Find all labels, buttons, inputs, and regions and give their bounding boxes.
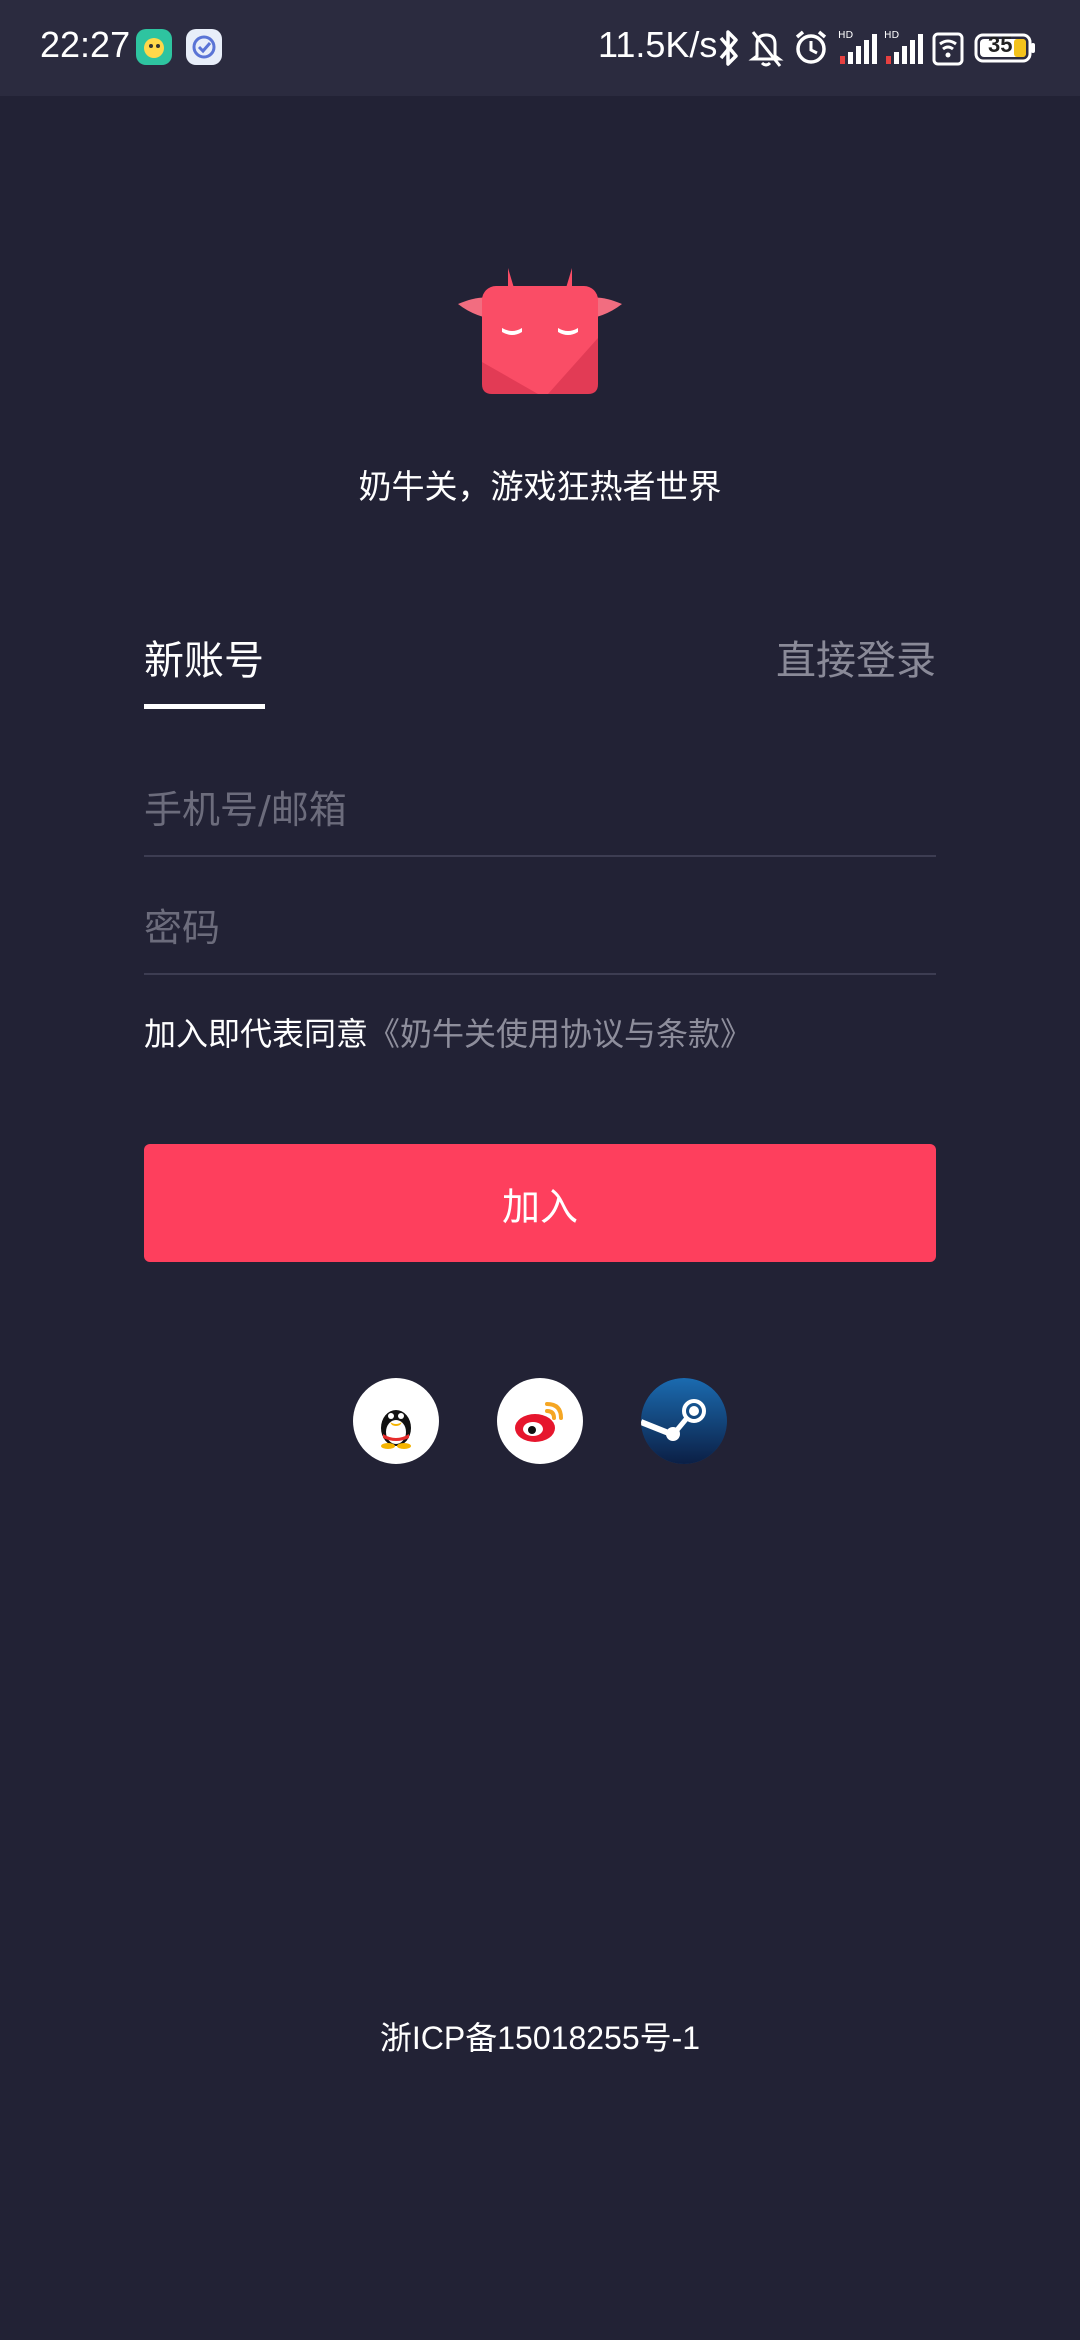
tab-new-account[interactable]: 新账号 — [144, 628, 264, 686]
agreement-text: 加入即代表同意《奶牛关使用协议与条款》 — [144, 1009, 752, 1055]
battery-level: 35 — [988, 32, 1013, 57]
qq-icon — [381, 1410, 411, 1449]
bluetooth-icon — [716, 26, 742, 74]
status-bar: 22:27 11.5K/s HD HD 35 — [0, 0, 1080, 96]
tab-direct-login[interactable]: 直接登录 — [776, 628, 936, 686]
status-time: 22:27 — [40, 24, 131, 65]
join-button[interactable]: 加入 — [144, 1144, 936, 1262]
icp-license-text: 浙ICP备15018255号-1 — [379, 2020, 701, 2056]
svg-text:HD: HD — [884, 30, 900, 41]
app-icon-green — [136, 29, 172, 65]
qq-login-button[interactable] — [353, 1378, 439, 1464]
password-input[interactable] — [144, 888, 936, 968]
alarm-icon — [792, 26, 830, 74]
mute-icon — [748, 26, 784, 74]
app-slogan: 奶牛关，游戏狂热者世界 — [358, 467, 722, 506]
signal-icon: HD — [838, 26, 880, 74]
weibo-icon — [515, 1402, 563, 1442]
steam-login-button[interactable] — [641, 1378, 727, 1464]
cow-logo-icon — [458, 258, 622, 398]
divider — [144, 973, 936, 975]
agreement-prefix: 加入即代表同意 — [144, 1015, 369, 1053]
steam-icon — [641, 1378, 727, 1464]
active-tab-indicator — [144, 704, 265, 709]
wifi-icon — [932, 26, 964, 74]
phone-email-input[interactable] — [144, 770, 936, 850]
divider — [144, 855, 936, 857]
network-speed: 11.5K/s — [598, 24, 718, 65]
signup-screen: 22:27 11.5K/s HD HD 35 奶牛关，游戏狂热者世界 新账号 直… — [0, 0, 1080, 2340]
svg-text:HD: HD — [838, 30, 854, 41]
agreement-link[interactable]: 《奶牛关使用协议与条款》 — [368, 1015, 752, 1053]
app-icon-clock — [186, 29, 222, 65]
weibo-login-button[interactable] — [497, 1378, 583, 1464]
signal-icon: HD — [884, 26, 926, 74]
